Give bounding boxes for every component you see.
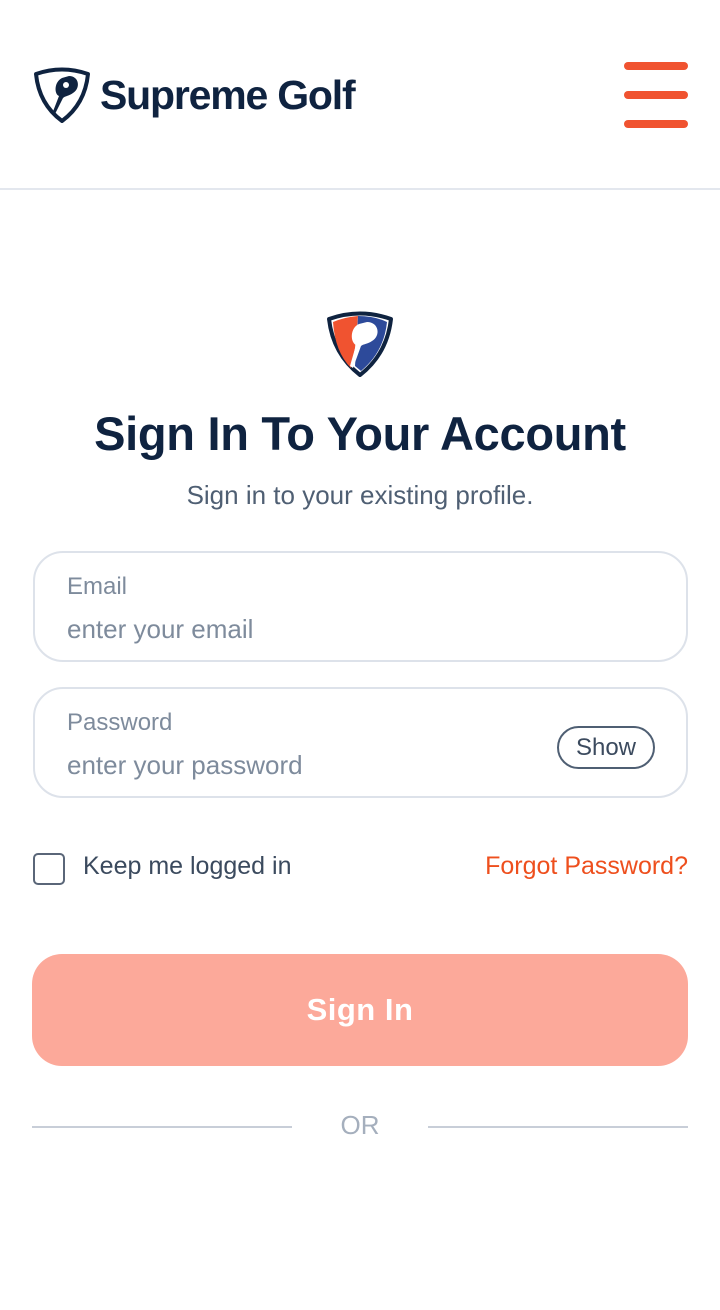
brand[interactable]: Supreme Golf: [32, 66, 356, 124]
menu-bar: [624, 62, 688, 70]
email-label: Email: [67, 573, 128, 600]
keep-logged-in-checkbox[interactable]: [33, 853, 65, 885]
forgot-password-link[interactable]: Forgot Password?: [485, 852, 688, 881]
page-subtitle: Sign in to your existing profile.: [186, 480, 534, 510]
password-input[interactable]: [67, 747, 547, 783]
password-label: Password: [67, 709, 173, 736]
sign-in-button[interactable]: Sign In: [32, 954, 688, 1066]
password-field[interactable]: Password Show: [33, 687, 688, 798]
email-input[interactable]: [67, 611, 547, 647]
supreme-golf-shield-logo-icon: [327, 311, 393, 377]
brand-name: Supreme Golf: [100, 72, 356, 118]
menu-bar: [624, 91, 688, 99]
divider-line-left: [32, 1126, 292, 1128]
menu-bar: [624, 120, 688, 128]
page-title: Sign In To Your Account: [94, 407, 626, 460]
email-field[interactable]: Email: [33, 551, 688, 662]
divider-line-right: [428, 1126, 688, 1128]
supreme-golf-logo-icon: [34, 67, 90, 123]
keep-logged-in-label[interactable]: Keep me logged in: [83, 852, 291, 881]
or-divider-text: OR: [340, 1110, 380, 1140]
menu-button[interactable]: [620, 58, 692, 132]
top-header: Supreme Golf: [0, 0, 720, 190]
show-password-button[interactable]: Show: [557, 726, 655, 769]
